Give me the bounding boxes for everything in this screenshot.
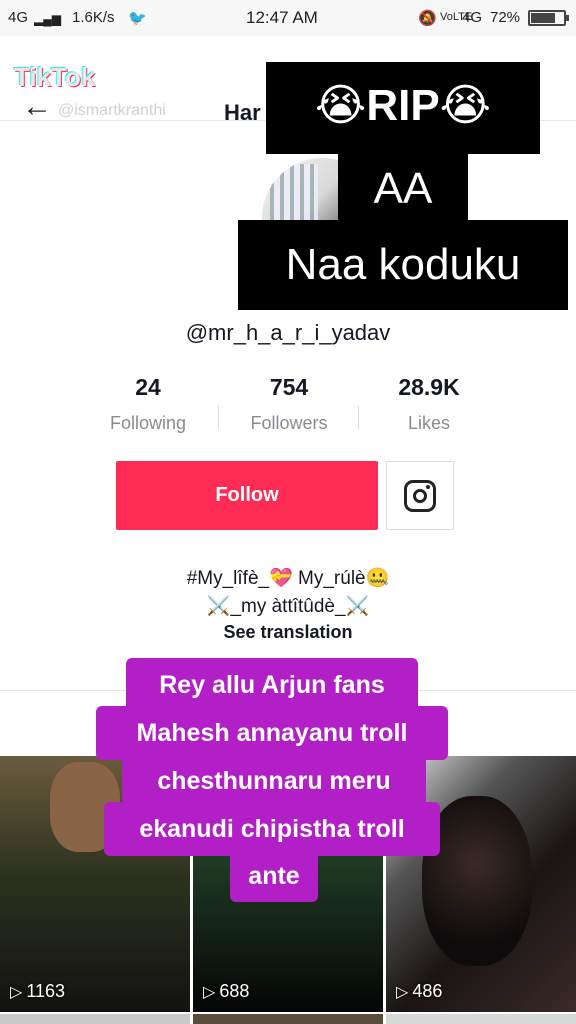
- video-views: ▷ 1163: [10, 981, 66, 1001]
- video-thumbnail[interactable]: [0, 1014, 190, 1024]
- overlay-caption-line: chesthunnaru meru: [122, 754, 426, 808]
- profile-handle: @mr_h_a_r_i_yadav: [185, 320, 391, 345]
- avatar-building-image: [270, 164, 318, 226]
- page-title: Har: [224, 100, 261, 125]
- following-label: Following: [109, 413, 187, 433]
- overlay-caption-line: Mahesh annayanu troll: [96, 706, 448, 760]
- play-icon: ▷: [396, 984, 409, 1001]
- overlay-caption-line: Rey allu Arjun fans: [126, 658, 418, 712]
- stat-divider: [218, 405, 219, 429]
- overlay-rip-text: 😭RIP😭: [314, 81, 492, 130]
- followers-label: Followers: [250, 413, 328, 433]
- instagram-button[interactable]: [386, 461, 454, 530]
- network-indicator-left: 4G: [8, 9, 29, 26]
- bio-line-1: #My_lîfè_💝 My_rúlè🤐: [186, 568, 390, 589]
- network-indicator-right: 4G: [462, 9, 483, 26]
- see-translation-link[interactable]: See translation: [0, 622, 576, 643]
- video-views: ▷ 486: [396, 981, 443, 1001]
- clock: 12:47 AM: [246, 8, 318, 27]
- stat-followers[interactable]: 754 Followers: [229, 374, 349, 434]
- play-icon: ▷: [10, 984, 23, 1001]
- overlay-naa-box: Naa koduku: [238, 220, 568, 310]
- mute-icon: 🔕: [418, 10, 437, 27]
- battery-level: [531, 13, 556, 23]
- overlay-rip-box: 😭RIP😭: [266, 62, 540, 154]
- battery-icon: [528, 10, 569, 26]
- video-views: ▷ 688: [203, 981, 250, 1001]
- bio-line-2: ⚔️_my àttîtûdè_⚔️: [206, 596, 370, 617]
- tiktok-watermark: TikTok: [14, 62, 96, 92]
- video-thumbnail[interactable]: [193, 1014, 383, 1024]
- status-bar: 4G ▂▄▆ 1.6K/s 🐦 12:47 AM 🔕 VoLTE 4G 72%: [0, 0, 576, 36]
- likes-count: 28.9K: [398, 374, 460, 400]
- overlay-naa-text: Naa koduku: [285, 240, 521, 289]
- overlay-aa-box: AA: [338, 152, 468, 222]
- overlay-aa-text: AA: [373, 164, 433, 213]
- twitter-icon: 🐦: [128, 10, 147, 27]
- video-thumbnail[interactable]: [386, 1014, 576, 1024]
- followers-count: 754: [269, 374, 309, 400]
- stat-divider: [358, 405, 359, 429]
- stat-following[interactable]: 24 Following: [88, 374, 208, 434]
- overlay-caption-line: ekanudi chipistha troll: [104, 802, 440, 856]
- stat-likes: 28.9K Likes: [369, 374, 489, 434]
- following-count: 24: [135, 374, 161, 400]
- back-arrow-icon[interactable]: ←: [22, 92, 52, 122]
- likes-label: Likes: [407, 413, 451, 433]
- instagram-icon: [404, 480, 436, 512]
- play-icon: ▷: [203, 984, 216, 1001]
- signal-icon: ▂▄▆: [34, 12, 61, 26]
- watermark-username: @ismartkranthi: [58, 102, 166, 119]
- net-speed: 1.6K/s: [72, 9, 115, 26]
- battery-percent: 72%: [490, 9, 521, 26]
- follow-button[interactable]: Follow: [116, 461, 378, 530]
- overlay-caption-line: ante: [230, 850, 318, 902]
